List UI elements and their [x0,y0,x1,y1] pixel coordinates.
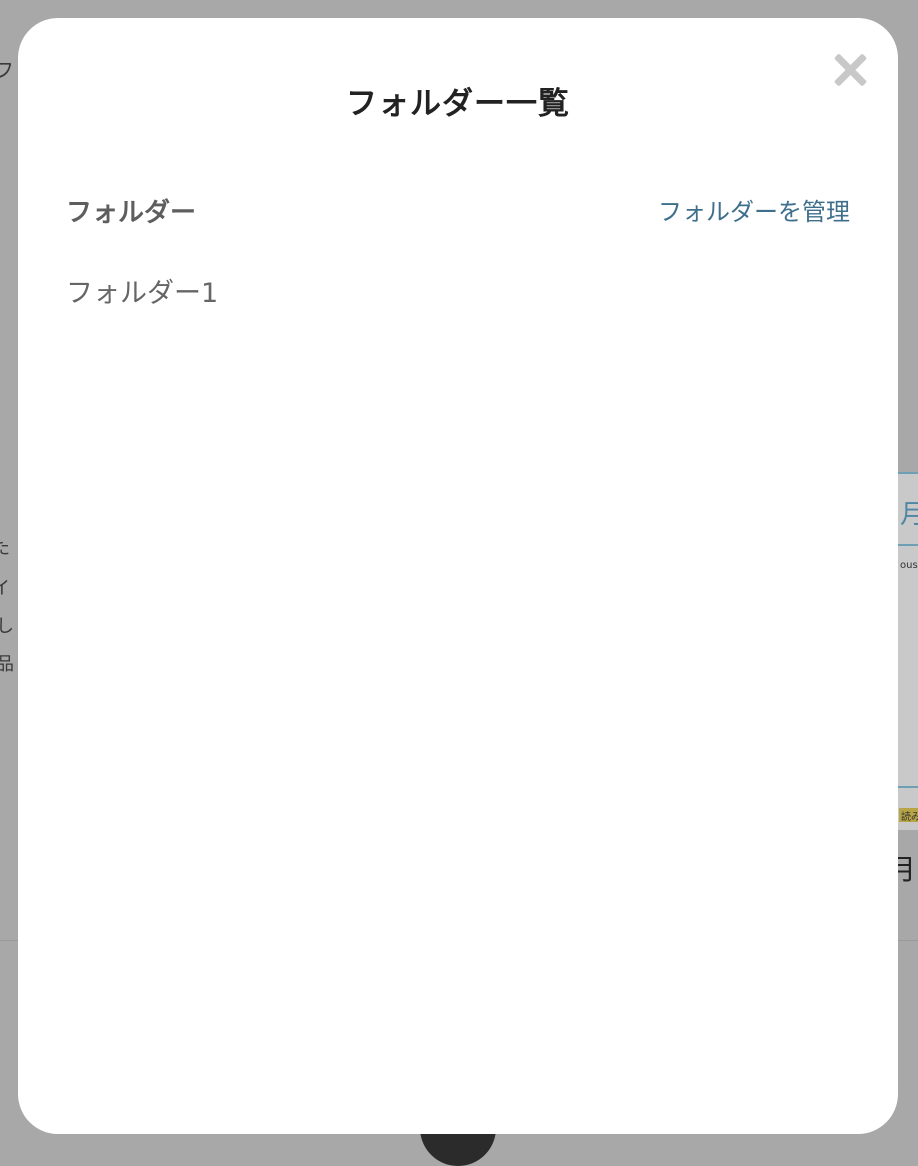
background-text: し [0,616,14,637]
background-text: フ [0,58,14,82]
thumbnail-tag: 読み [899,808,918,823]
background-thumbnail: 月 ous 読み [896,472,918,830]
folder-list-modal: フォルダー一覧 フォルダー フォルダーを管理 フォルダー1 [18,18,898,1134]
close-icon[interactable] [828,48,872,92]
thumbnail-heading: 月 [900,500,918,530]
background-text: イ [0,578,10,599]
folder-item[interactable]: フォルダー1 [66,274,850,314]
background-text: た [0,538,10,559]
section-label: フォルダー [66,198,197,228]
folder-section-header: フォルダー フォルダーを管理 [66,190,850,228]
folder-list: フォルダー1 [66,274,850,314]
background-text: 品 [0,654,14,675]
modal-title: フォルダー一覧 [346,86,570,122]
manage-folders-link[interactable]: フォルダーを管理 [658,192,850,227]
thumbnail-sub: ous [900,560,918,571]
